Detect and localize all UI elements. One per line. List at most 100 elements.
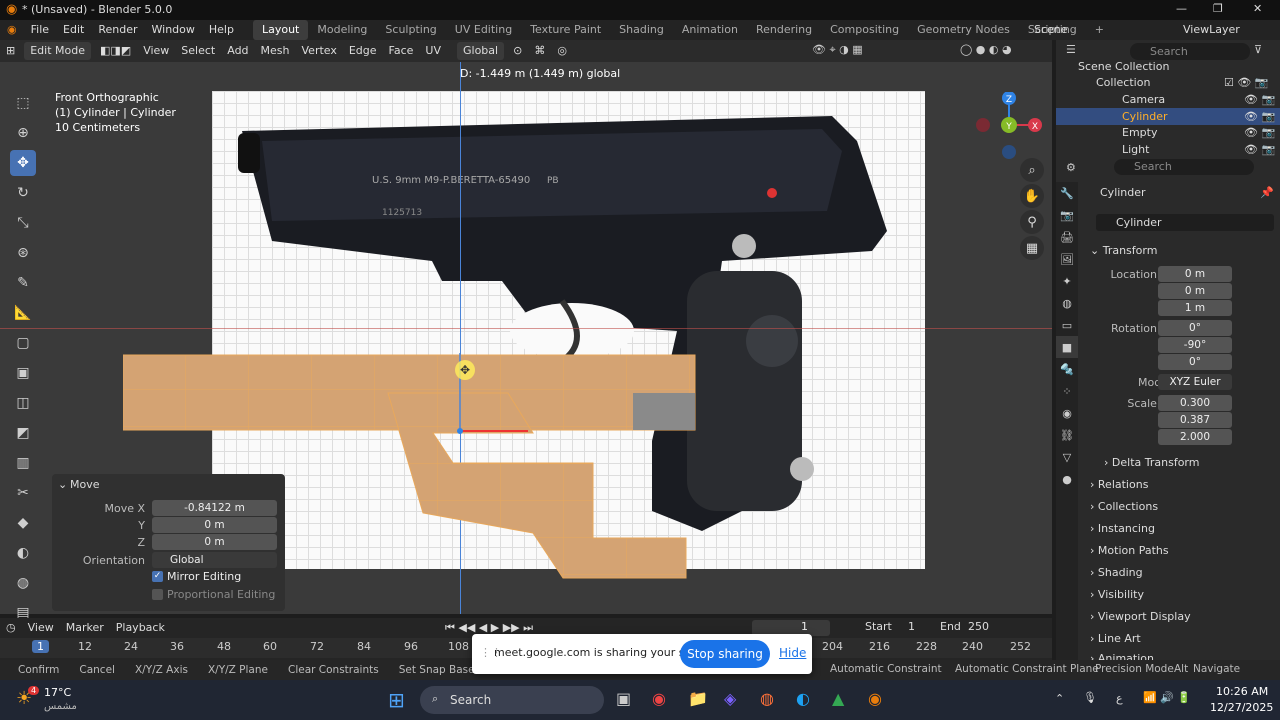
frame-indicator[interactable]: 1 xyxy=(32,640,49,653)
tab-uv-editing[interactable]: UV Editing xyxy=(446,20,521,40)
menu-select[interactable]: Select xyxy=(175,40,221,62)
view-layer-tab-icon[interactable]: 🖼 xyxy=(1056,248,1078,270)
taskbar-search[interactable]: Search xyxy=(420,686,604,714)
menu-uv[interactable]: UV xyxy=(419,40,447,62)
edge-icon[interactable]: ◐ xyxy=(796,689,810,708)
move-x-field[interactable]: -0.84122 m xyxy=(152,500,277,516)
filter-icon[interactable]: ⊽ xyxy=(1254,43,1262,56)
tray-chevron-icon[interactable]: ⌃ xyxy=(1055,692,1064,705)
material-tab-icon[interactable]: ● xyxy=(1056,468,1078,490)
windows-start-icon[interactable]: ⊞ xyxy=(388,688,405,712)
scene-tab-icon[interactable]: ✦ xyxy=(1056,270,1078,292)
proportional-editing-checkbox[interactable]: Proportional Editing xyxy=(152,588,275,601)
blender-taskbar-icon[interactable]: ◉ xyxy=(868,689,882,708)
navigation-gizmo[interactable]: Z X Y xyxy=(975,92,1045,162)
snap-icon[interactable]: ⌘ xyxy=(528,40,551,62)
collection-tab-icon[interactable]: ▭ xyxy=(1056,314,1078,336)
camera-visibility-icons[interactable]: 👁 📷 xyxy=(1244,91,1275,108)
location-y-field[interactable]: 0 m xyxy=(1158,283,1232,299)
chrome-icon[interactable]: ◉ xyxy=(652,689,666,708)
tab-layout[interactable]: Layout xyxy=(252,20,309,40)
outliner-item-empty[interactable]: Empty 👁 📷 xyxy=(1056,124,1280,141)
render-tab-icon[interactable]: 📷 xyxy=(1056,204,1078,226)
scale-x-field[interactable]: 0.300 xyxy=(1158,395,1232,411)
rotation-mode-select[interactable]: XYZ Euler xyxy=(1158,374,1232,390)
loop-cut-tool-icon[interactable]: ▥ xyxy=(10,450,36,476)
rotation-z-field[interactable]: 0° xyxy=(1158,354,1232,370)
inset-tool-icon[interactable]: ◫ xyxy=(10,390,36,416)
menu-help[interactable]: Help xyxy=(202,20,241,40)
menu-mesh[interactable]: Mesh xyxy=(255,40,296,62)
outliner-editor-icon[interactable]: ☰ xyxy=(1066,43,1076,56)
view-layer-selector[interactable]: ViewLayer xyxy=(1183,23,1240,36)
end-field[interactable]: 250 xyxy=(968,620,989,633)
mirror-editing-checkbox[interactable]: ✓ Mirror Editing xyxy=(152,570,241,583)
grid-view-icon[interactable]: ▦ xyxy=(1020,236,1044,260)
section-collections[interactable]: › Collections xyxy=(1090,500,1158,513)
copilot-icon[interactable]: ◈ xyxy=(724,689,736,708)
section-instancing[interactable]: › Instancing xyxy=(1090,522,1155,535)
transform-header[interactable]: ⌄ Transform xyxy=(1090,244,1157,257)
knife-tool-icon[interactable]: ✂ xyxy=(10,480,36,506)
scale-tool-icon[interactable]: ⤡ xyxy=(10,210,36,236)
world-tab-icon[interactable]: ◍ xyxy=(1056,292,1078,314)
menu-edge[interactable]: Edge xyxy=(343,40,383,62)
cursor-tool-icon[interactable]: ⊕ xyxy=(10,120,36,146)
location-x-field[interactable]: 0 m xyxy=(1158,266,1232,282)
overlay-icons[interactable]: 👁 ⌖ ◑ ▦ xyxy=(812,43,863,57)
scale-z-field[interactable]: 2.000 xyxy=(1158,429,1232,445)
section-line-art[interactable]: › Line Art xyxy=(1090,632,1141,645)
section-shading[interactable]: › Shading xyxy=(1090,566,1143,579)
tab-sculpting[interactable]: Sculpting xyxy=(376,20,445,40)
menu-add[interactable]: Add xyxy=(221,40,254,62)
timeline-menu-view[interactable]: View xyxy=(22,617,60,639)
section-relations[interactable]: › Relations xyxy=(1090,478,1148,491)
shading-mode-icons[interactable]: ◯ ● ◐ ◕ xyxy=(960,43,1012,56)
bevel-tool-icon[interactable]: ◩ xyxy=(10,420,36,446)
visibility-icons[interactable]: ☑ 👁 📷 xyxy=(1224,74,1269,91)
tab-shading[interactable]: Shading xyxy=(610,20,673,40)
pin-icon[interactable]: 📌 xyxy=(1260,186,1274,199)
output-tab-icon[interactable]: 🖨 xyxy=(1056,226,1078,248)
stop-sharing-button[interactable]: Stop sharing xyxy=(680,640,770,668)
move-z-field[interactable]: 0 m xyxy=(152,534,277,550)
timeline-menu-playback[interactable]: Playback xyxy=(110,617,171,639)
menu-face[interactable]: Face xyxy=(383,40,420,62)
annotate-tool-icon[interactable]: ✎ xyxy=(10,270,36,296)
close-button[interactable]: ✕ xyxy=(1253,2,1262,15)
tab-animation[interactable]: Animation xyxy=(673,20,747,40)
editor-type-icon[interactable]: ⊞ xyxy=(0,40,21,62)
menu-file[interactable]: File xyxy=(24,20,56,40)
tool-tab-icon[interactable]: 🔧 xyxy=(1056,182,1078,204)
properties-search[interactable]: Search xyxy=(1114,159,1254,175)
modifier-tab-icon[interactable]: 🔩 xyxy=(1056,358,1078,380)
tab-compositing[interactable]: Compositing xyxy=(821,20,908,40)
smooth-tool-icon[interactable]: ◍ xyxy=(10,570,36,596)
firefox-icon[interactable]: ◍ xyxy=(760,689,774,708)
minimize-button[interactable]: — xyxy=(1176,2,1187,15)
collection-row[interactable]: Collection ☑ 👁 📷 xyxy=(1056,74,1280,91)
menu-vertex[interactable]: Vertex xyxy=(296,40,343,62)
move-tool-icon[interactable]: ✥ xyxy=(10,150,36,176)
file-explorer-icon[interactable]: 📁 xyxy=(688,689,708,708)
scene-selector[interactable]: Scene xyxy=(1034,23,1068,36)
orientation-select[interactable]: Global xyxy=(152,552,277,568)
cylinder-visibility-icons[interactable]: 👁 📷 xyxy=(1244,108,1275,125)
physics-tab-icon[interactable]: ◉ xyxy=(1056,402,1078,424)
tab-texture-paint[interactable]: Texture Paint xyxy=(521,20,610,40)
orientation-dropdown[interactable]: Global xyxy=(457,42,505,60)
tab-geometry-nodes[interactable]: Geometry Nodes xyxy=(908,20,1019,40)
hide-link[interactable]: Hide xyxy=(779,646,806,660)
empty-visibility-icons[interactable]: 👁 📷 xyxy=(1244,124,1275,141)
rotation-x-field[interactable]: 0° xyxy=(1158,320,1232,336)
pivot-icon[interactable]: ⊙ xyxy=(507,40,528,62)
timeline-editor-icon[interactable]: ◷ xyxy=(0,617,22,639)
rotate-tool-icon[interactable]: ↻ xyxy=(10,180,36,206)
tab-rendering[interactable]: Rendering xyxy=(747,20,821,40)
menu-window[interactable]: Window xyxy=(145,20,202,40)
clock-time[interactable]: 10:26 AM xyxy=(1216,685,1268,698)
spin-tool-icon[interactable]: ◐ xyxy=(10,540,36,566)
section-delta-transform[interactable]: › Delta Transform xyxy=(1104,456,1199,469)
drive-icon[interactable]: ▲ xyxy=(832,689,844,708)
object-name-field[interactable]: Cylinder xyxy=(1096,214,1274,231)
